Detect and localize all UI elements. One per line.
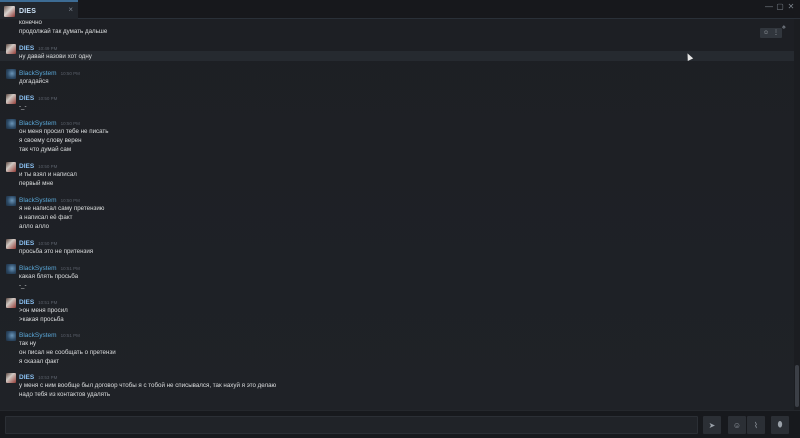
message-line: он писал не сообщать о претензи bbox=[19, 349, 116, 356]
author-name[interactable]: BlackSystem bbox=[19, 69, 57, 78]
avatar-dies[interactable] bbox=[6, 162, 16, 172]
timestamp: 10:49 PM bbox=[38, 46, 58, 51]
message-line: продолжай так думать дальше bbox=[19, 28, 108, 35]
message-header: BlackSystem 10:51 PM bbox=[19, 331, 80, 340]
timestamp: 10:50 PM bbox=[60, 198, 80, 203]
message-line: и ты взял и написал bbox=[19, 171, 77, 178]
message-header: DIES 10:49 PM bbox=[19, 44, 57, 53]
author-name[interactable]: DIES bbox=[19, 44, 34, 53]
message-header: BlackSystem 10:50 PM bbox=[19, 69, 80, 78]
avatar-blacksystem[interactable] bbox=[6, 119, 16, 129]
emoticon-button[interactable]: ☺ bbox=[728, 416, 746, 434]
timestamp: 10:53 PM bbox=[38, 375, 58, 380]
author-name[interactable]: BlackSystem bbox=[19, 264, 57, 273]
avatar-dies[interactable] bbox=[6, 44, 16, 54]
voice-button[interactable]: ⬮ bbox=[771, 416, 789, 434]
timestamp: 10:50 PM bbox=[38, 241, 58, 246]
avatar-blacksystem[interactable] bbox=[6, 196, 16, 206]
avatar-dies[interactable] bbox=[6, 373, 16, 383]
more-options-icon[interactable]: ⋮ bbox=[773, 29, 779, 37]
tab-avatar bbox=[4, 5, 15, 17]
message-line: -_- bbox=[19, 282, 27, 289]
message-line: >он меня просил bbox=[19, 307, 68, 314]
message-hover-toolbar: ☺ ⋮ bbox=[760, 28, 782, 38]
message-line: просьба это не притензия bbox=[19, 248, 94, 255]
message-line: так что думай сам bbox=[19, 146, 72, 153]
chat-tab-dies[interactable]: DIES × bbox=[0, 0, 78, 20]
message-header: DIES 10:50 PM bbox=[19, 239, 57, 248]
avatar-blacksystem[interactable] bbox=[6, 69, 16, 79]
timestamp: 10:50 PM bbox=[60, 71, 80, 76]
emoji-icon: ☺ bbox=[732, 420, 742, 430]
avatar-dies[interactable] bbox=[6, 239, 16, 249]
tab-title: DIES bbox=[19, 7, 37, 15]
message-line: я своему слову верен bbox=[19, 137, 82, 144]
message-line: -_- bbox=[19, 103, 27, 110]
message-line: а написал её факт bbox=[19, 214, 73, 221]
author-name[interactable]: BlackSystem bbox=[19, 331, 57, 340]
author-name[interactable]: DIES bbox=[19, 94, 34, 103]
message-line: первый мне bbox=[19, 180, 54, 187]
message-line: он меня просил тебе не писать bbox=[19, 128, 109, 135]
add-friend-icon[interactable]: ♠ bbox=[782, 24, 786, 31]
message-line: >какая просьба bbox=[19, 316, 64, 323]
author-name[interactable]: DIES bbox=[19, 239, 34, 248]
attach-icon: ⌇ bbox=[754, 420, 758, 430]
send-icon: ➤ bbox=[708, 420, 716, 430]
message-line: надо тебя из контактов удалять bbox=[19, 391, 111, 398]
close-window-icon[interactable]: ✕ bbox=[786, 2, 796, 12]
message-line: у меня с ним вообще был договор чтобы я … bbox=[19, 382, 277, 389]
author-name[interactable]: BlackSystem bbox=[19, 119, 57, 128]
message-input[interactable] bbox=[5, 416, 698, 434]
author-name[interactable]: BlackSystem bbox=[19, 196, 57, 205]
message-header: BlackSystem 10:51 PM bbox=[19, 264, 80, 273]
author-name[interactable]: DIES bbox=[19, 298, 34, 307]
minimize-icon[interactable]: — bbox=[764, 2, 774, 12]
chat-log[interactable]: конечно продолжай так думать дальше DIES… bbox=[0, 19, 794, 410]
timestamp: 10:50 PM bbox=[38, 164, 58, 169]
author-name[interactable]: DIES bbox=[19, 373, 34, 382]
emoji-reaction-icon[interactable]: ☺ bbox=[763, 29, 769, 37]
timestamp: 10:51 PM bbox=[60, 266, 80, 271]
avatar-blacksystem[interactable] bbox=[6, 331, 16, 341]
timestamp: 10:51 PM bbox=[60, 333, 80, 338]
chat-scrollbar[interactable] bbox=[794, 19, 800, 410]
message-header: DIES 10:51 PM bbox=[19, 298, 57, 307]
message-line: я не написал саму претензию bbox=[19, 205, 105, 212]
timestamp: 10:50 PM bbox=[38, 96, 58, 101]
author-name[interactable]: DIES bbox=[19, 162, 34, 171]
message-header: DIES 10:50 PM bbox=[19, 162, 57, 171]
message-line: какая блять просьба bbox=[19, 273, 79, 280]
avatar-blacksystem[interactable] bbox=[6, 264, 16, 274]
message-line: так ну bbox=[19, 340, 37, 347]
message-line: конечно bbox=[19, 19, 42, 26]
message-header: DIES 10:53 PM bbox=[19, 373, 57, 382]
send-button[interactable]: ➤ bbox=[703, 416, 721, 434]
message-line: я сказал факт bbox=[19, 358, 60, 365]
voice-icon: ⬮ bbox=[777, 420, 783, 429]
timestamp: 10:51 PM bbox=[38, 300, 58, 305]
message-header: BlackSystem 10:50 PM bbox=[19, 119, 80, 128]
avatar-dies[interactable] bbox=[6, 298, 16, 308]
avatar-dies[interactable] bbox=[6, 94, 16, 104]
attach-button[interactable]: ⌇ bbox=[747, 416, 765, 434]
message-header: DIES 10:50 PM bbox=[19, 94, 57, 103]
title-bar: DIES × — ▢ ✕ bbox=[0, 0, 800, 20]
message-line: догадайся bbox=[19, 78, 49, 85]
scrollbar-thumb[interactable] bbox=[795, 365, 799, 407]
message-header: BlackSystem 10:50 PM bbox=[19, 196, 80, 205]
tab-close-icon[interactable]: × bbox=[68, 5, 73, 15]
timestamp: 10:50 PM bbox=[60, 121, 80, 126]
message-line: алло алло bbox=[19, 223, 50, 230]
maximize-icon[interactable]: ▢ bbox=[775, 2, 785, 12]
hovered-message-row bbox=[0, 51, 794, 61]
message-composer: ➤ ☺ ⌇ ⬮ bbox=[0, 410, 800, 438]
message-line: ну давай назови хот одну bbox=[19, 53, 92, 60]
